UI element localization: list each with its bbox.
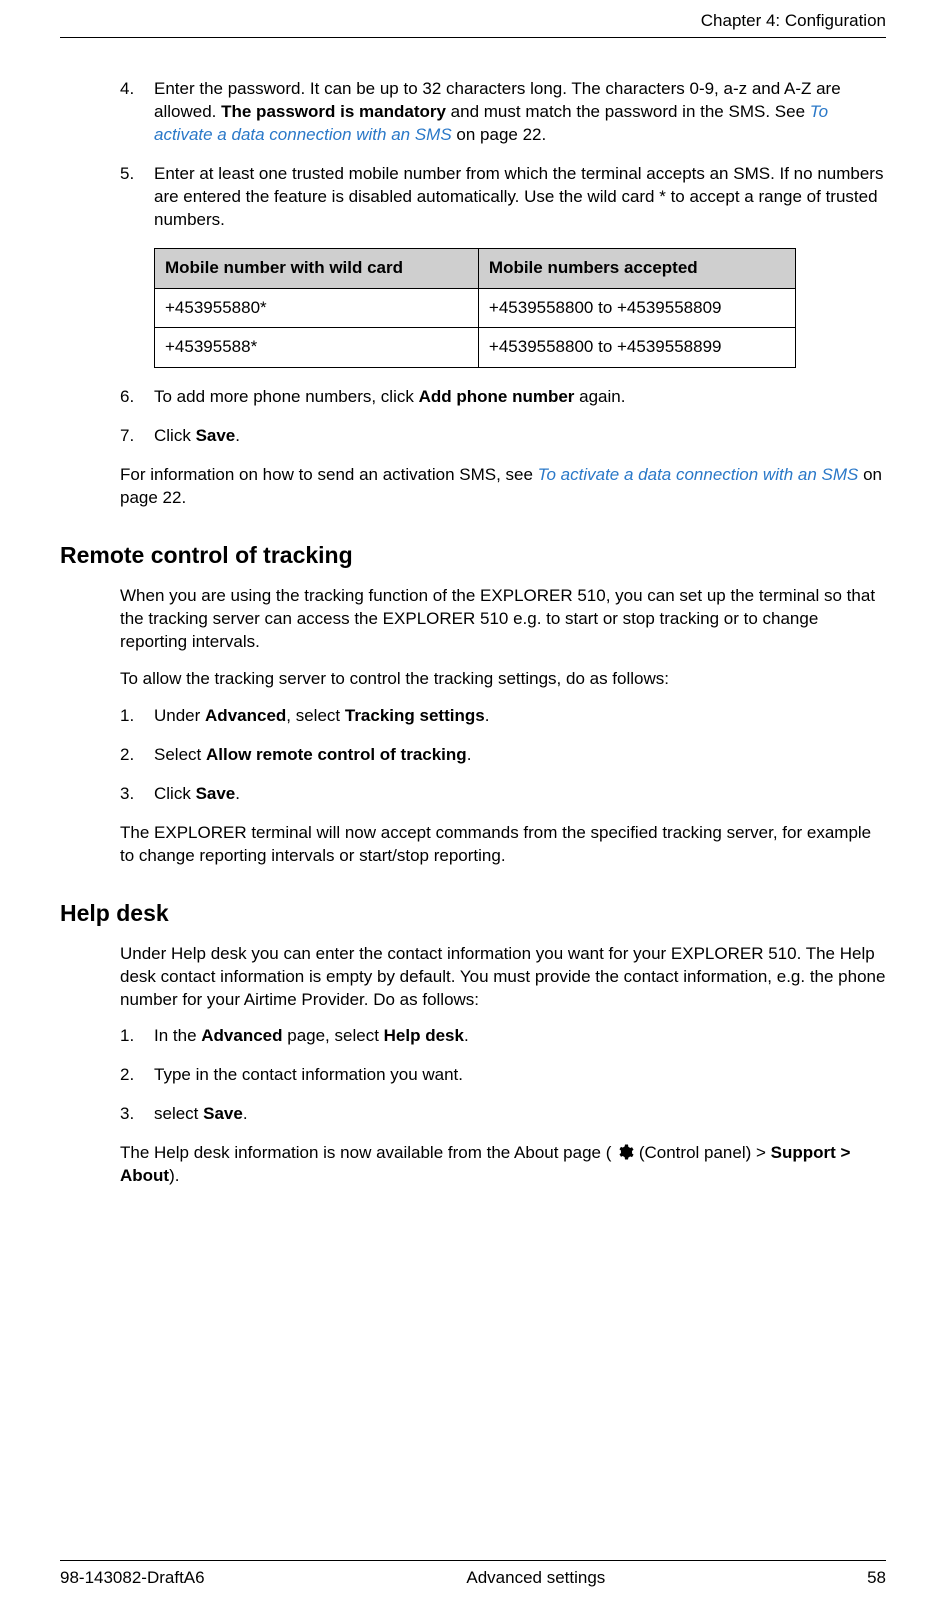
remote-step-3: 3. Click Save. [120,783,886,806]
remote-p3: The EXPLORER terminal will now accept co… [120,822,886,868]
step-5: 5. Enter at least one trusted mobile num… [120,163,886,232]
table-header-row: Mobile number with wild card Mobile numb… [155,248,796,288]
step-6: 6. To add more phone numbers, click Add … [120,386,886,409]
helpdesk-p2: The Help desk information is now availab… [120,1142,886,1188]
step-number: 1. [120,705,154,728]
step-text: Click Save. [154,425,886,448]
step-number: 1. [120,1025,154,1048]
table-cell: +453955880* [155,288,479,328]
footer-section: Advanced settings [466,1567,605,1590]
footer-docid: 98-143082-DraftA6 [60,1567,205,1590]
table-header: Mobile number with wild card [155,248,479,288]
step-number: 2. [120,744,154,767]
after-steps-para: For information on how to send an activa… [120,464,886,510]
chapter-label: Chapter 4: Configuration [701,11,886,30]
step-number: 4. [120,78,154,147]
remote-steps: 1. Under Advanced, select Tracking setti… [120,705,886,806]
steps-list-a-cont: 6. To add more phone numbers, click Add … [120,386,886,448]
wildcard-table: Mobile number with wild card Mobile numb… [154,248,796,369]
steps-list-a: 4. Enter the password. It can be up to 3… [120,78,886,232]
helpdesk-step-2: 2. Type in the contact information you w… [120,1064,886,1087]
table-header: Mobile numbers accepted [478,248,795,288]
step-number: 6. [120,386,154,409]
remote-step-2: 2. Select Allow remote control of tracki… [120,744,886,767]
step-text: select Save. [154,1103,886,1126]
step-7: 7. Click Save. [120,425,886,448]
step-number: 3. [120,783,154,806]
gear-icon [616,1143,634,1161]
step-number: 7. [120,425,154,448]
table-cell: +4539558800 to +4539558809 [478,288,795,328]
page-header: Chapter 4: Configuration [60,0,886,38]
step-text: Enter at least one trusted mobile number… [154,163,886,232]
remote-p2: To allow the tracking server to control … [120,668,886,691]
heading-help-desk: Help desk [60,898,886,929]
step-text: To add more phone numbers, click Add pho… [154,386,886,409]
step-number: 5. [120,163,154,232]
step-text: Type in the contact information you want… [154,1064,886,1087]
table-row: +453955880* +4539558800 to +4539558809 [155,288,796,328]
step-number: 3. [120,1103,154,1126]
step-text: Under Advanced, select Tracking settings… [154,705,886,728]
step-text: Click Save. [154,783,886,806]
step-text: In the Advanced page, select Help desk. [154,1025,886,1048]
helpdesk-step-3: 3. select Save. [120,1103,886,1126]
footer-pagenum: 58 [867,1567,886,1590]
table-cell: +45395588* [155,328,479,368]
step-number: 2. [120,1064,154,1087]
remote-step-1: 1. Under Advanced, select Tracking setti… [120,705,886,728]
step-text: Select Allow remote control of tracking. [154,744,886,767]
table-cell: +4539558800 to +4539558899 [478,328,795,368]
page-footer: 98-143082-DraftA6 Advanced settings 58 [60,1560,886,1602]
helpdesk-step-1: 1. In the Advanced page, select Help des… [120,1025,886,1048]
helpdesk-steps: 1. In the Advanced page, select Help des… [120,1025,886,1126]
helpdesk-p1: Under Help desk you can enter the contac… [120,943,886,1012]
step-text: Enter the password. It can be up to 32 c… [154,78,886,147]
heading-remote-tracking: Remote control of tracking [60,540,886,571]
table-row: +45395588* +4539558800 to +4539558899 [155,328,796,368]
remote-p1: When you are using the tracking function… [120,585,886,654]
link-activate-sms-2[interactable]: To activate a data connection with an SM… [538,465,859,484]
step-4: 4. Enter the password. It can be up to 3… [120,78,886,147]
